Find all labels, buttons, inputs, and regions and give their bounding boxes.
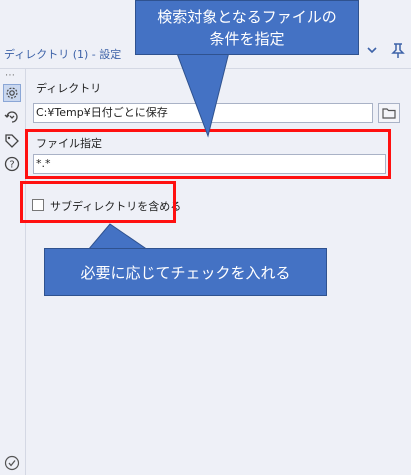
browse-button[interactable] — [378, 103, 400, 123]
gear-icon[interactable] — [3, 84, 21, 102]
check-circle-icon[interactable] — [4, 455, 20, 471]
refresh-icon[interactable] — [3, 108, 21, 126]
help-icon[interactable]: ? — [3, 155, 21, 173]
top-callout-pointer — [171, 40, 233, 138]
top-callout: 検索対象となるファイルの 条件を指定 — [135, 0, 359, 55]
more-icon[interactable]: ⋯ — [5, 70, 16, 81]
panel-title: ディレクトリ (1) - 設定 — [4, 48, 122, 61]
pin-icon[interactable] — [389, 41, 407, 59]
top-callout-line1: 検索対象となるファイルの — [157, 8, 337, 26]
left-toolbar — [0, 69, 26, 475]
bottom-callout: 必要に応じてチェックを入れる — [44, 248, 327, 296]
top-callout-line2: 条件を指定 — [209, 30, 285, 48]
subdirs-highlight — [20, 181, 176, 223]
tag-icon[interactable] — [3, 132, 21, 150]
folder-icon — [382, 108, 396, 119]
chevron-down-icon[interactable] — [364, 42, 380, 58]
svg-text:?: ? — [9, 160, 14, 171]
directory-label: ディレクトリ — [36, 82, 102, 95]
